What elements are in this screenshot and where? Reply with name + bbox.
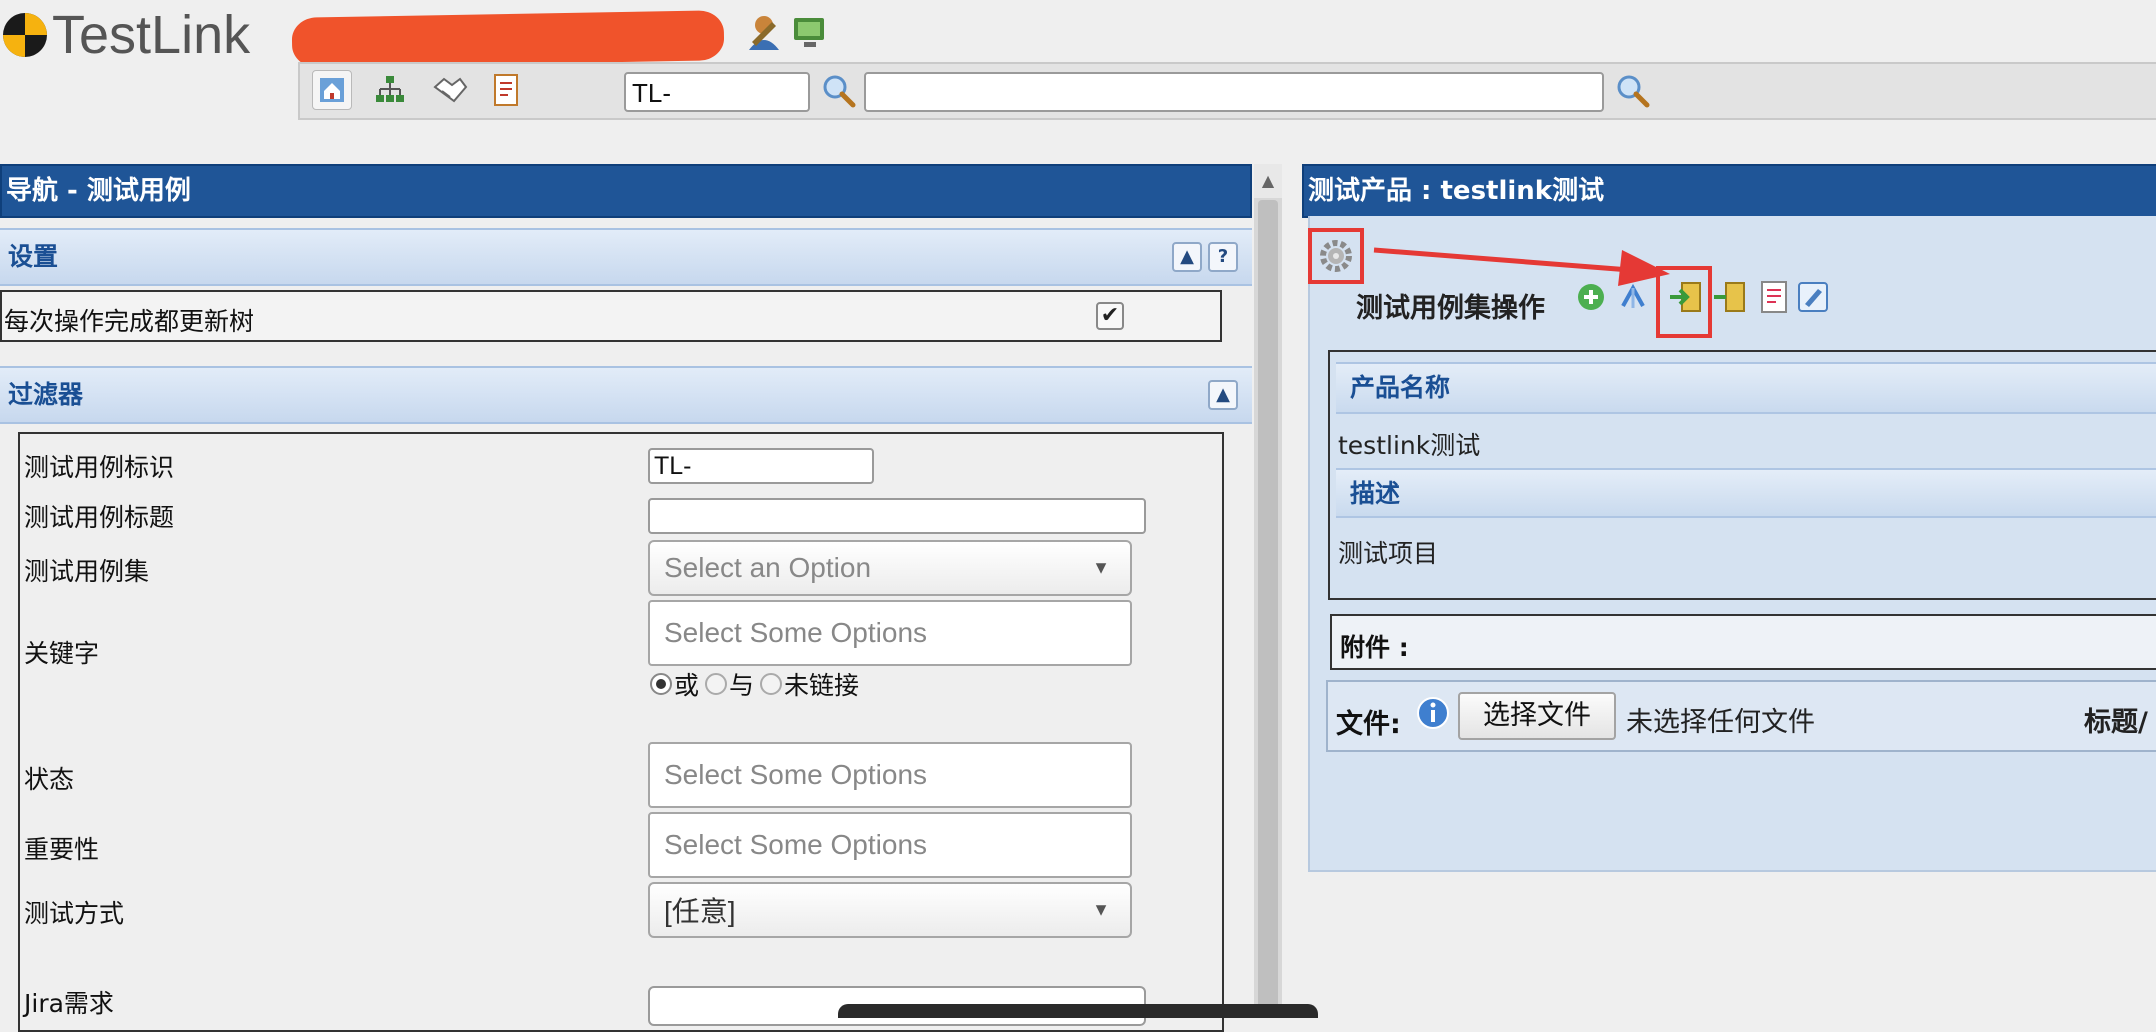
app-logo-text: TestLink [52, 5, 251, 65]
chevron-down-icon: ▼ [1092, 557, 1110, 578]
tree-icon[interactable] [370, 70, 410, 110]
search-icon[interactable] [820, 72, 858, 110]
product-name-value: testlink测试 [1338, 431, 1481, 460]
right-panel-title: 测试产品 : testlink测试 [1302, 164, 2156, 218]
scroll-up-arrow-icon[interactable]: ▲ [1254, 164, 1282, 198]
settings-title: 设置 [8, 242, 59, 271]
importance-label: 重要性 [24, 835, 100, 864]
info-icon[interactable] [1416, 696, 1450, 730]
document-icon[interactable] [1758, 280, 1790, 314]
keyword-label: 关键字 [24, 639, 100, 668]
tc-title-input[interactable] [648, 498, 1146, 534]
importance-multiselect[interactable]: Select Some Options [648, 812, 1132, 878]
attachment-title-label: 标题/ [2084, 707, 2148, 738]
text-search-input[interactable] [864, 72, 1604, 112]
filters-section-header[interactable]: 过滤器 [0, 366, 1252, 424]
keyword-mode-and-label: 与 [729, 671, 755, 700]
refresh-tree-label: 每次操作完成都更新树 [4, 307, 255, 336]
product-name-header: 产品名称 [1336, 362, 2156, 414]
suite-label: 测试用例集 [24, 557, 150, 586]
description-value: 测试项目 [1338, 539, 1439, 568]
file-label: 文件: [1336, 709, 1401, 740]
tc-id-search-input[interactable]: TL- [624, 72, 810, 112]
keyword-mode-unlinked-radio[interactable] [760, 673, 783, 695]
exec-type-label: 测试方式 [24, 899, 125, 928]
search-icon[interactable] [1614, 72, 1652, 110]
handshake-icon[interactable] [430, 70, 470, 110]
settings-help-button[interactable]: ? [1208, 242, 1238, 272]
edit-icon[interactable] [1796, 280, 1830, 314]
settings-collapse-button[interactable]: ▲ [1172, 242, 1202, 272]
keyword-mode-and-radio[interactable] [705, 673, 728, 695]
logo-icon [0, 10, 50, 60]
filters-title: 过滤器 [8, 380, 84, 409]
tc-id-label: 测试用例标识 [24, 453, 175, 482]
attachments-header: 附件 : [1330, 614, 2156, 670]
export-icon[interactable] [1712, 280, 1746, 314]
suite-select[interactable]: Select an Option ▼ [648, 540, 1132, 596]
scrollbar-thumb[interactable] [1258, 200, 1278, 1012]
chevron-down-icon: ▼ [1092, 899, 1110, 920]
keyword-multiselect-placeholder: Select Some Options [664, 617, 928, 648]
status-multiselect[interactable]: Select Some Options [648, 742, 1132, 808]
report-icon[interactable] [486, 70, 526, 110]
suite-actions-label: 测试用例集操作 [1356, 293, 1545, 324]
add-icon[interactable] [1576, 282, 1606, 312]
settings-section-header[interactable]: 设置 [0, 228, 1252, 286]
main-toolbar: TL- [298, 62, 2156, 120]
jira-label: Jira需求 [24, 989, 114, 1018]
filters-collapse-button[interactable]: ▲ [1208, 380, 1238, 410]
suite-select-value: Select an Option [664, 552, 872, 583]
file-upload-row: 文件: 选择文件 未选择任何文件 标题/ [1326, 680, 2156, 752]
overlay-bar [838, 1004, 1318, 1018]
exec-type-select[interactable]: [任意] ▼ [648, 882, 1132, 938]
refresh-tree-checkbox[interactable]: ✔ [1096, 302, 1124, 330]
exec-type-select-value: [任意] [664, 896, 736, 927]
status-label: 状态 [24, 765, 75, 794]
attachments-label: 附件 : [1340, 633, 1409, 662]
keyword-mode-group: 或 与 未链接 [650, 668, 865, 700]
redacted-project-selector [291, 10, 725, 68]
importance-multiselect-placeholder: Select Some Options [664, 829, 928, 860]
home-icon[interactable] [312, 70, 352, 110]
no-file-text: 未选择任何文件 [1626, 707, 1815, 738]
gear-icon[interactable] [1318, 238, 1354, 274]
tc-id-input[interactable]: TL- [648, 448, 874, 484]
user-icon[interactable] [744, 12, 784, 52]
refresh-tree-row: 每次操作完成都更新树 ✔ [0, 290, 1222, 342]
tc-title-label: 测试用例标题 [24, 503, 175, 532]
keyword-multiselect[interactable]: Select Some Options [648, 600, 1132, 666]
move-icon[interactable] [1618, 282, 1648, 312]
description-header: 描述 [1336, 468, 2156, 518]
keyword-mode-unlinked-label: 未链接 [784, 671, 860, 700]
monitor-icon[interactable] [790, 12, 830, 52]
status-multiselect-placeholder: Select Some Options [664, 759, 928, 790]
keyword-mode-or-radio[interactable] [650, 673, 672, 695]
import-icon[interactable] [1668, 280, 1702, 314]
choose-file-button[interactable]: 选择文件 [1458, 692, 1616, 740]
keyword-mode-or-label: 或 [674, 671, 700, 700]
left-panel-title: 导航 - 测试用例 [0, 164, 1252, 218]
